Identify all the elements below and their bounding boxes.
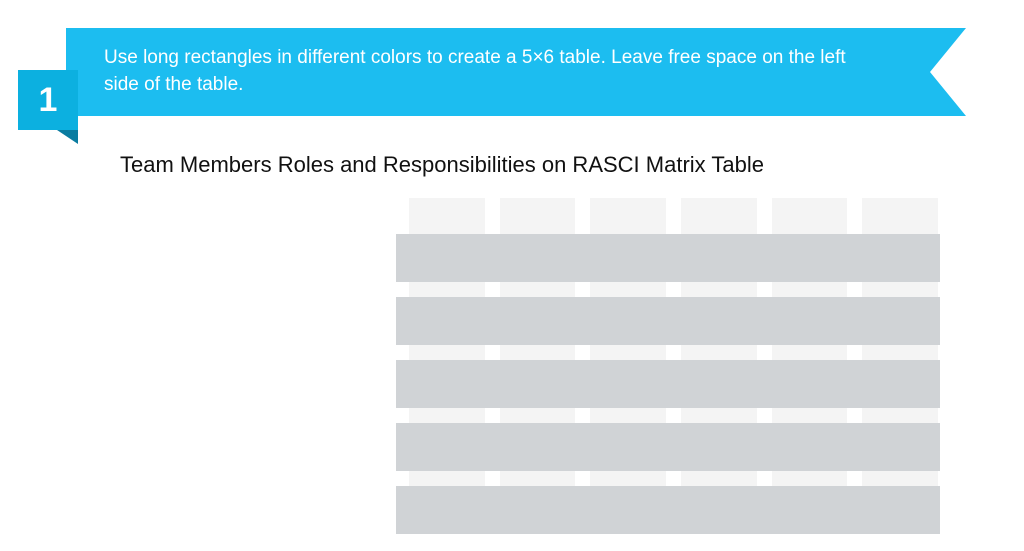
table-row bbox=[396, 360, 940, 408]
table-row bbox=[396, 234, 940, 282]
instruction-text: Use long rectangles in different colors … bbox=[104, 45, 876, 98]
table-rows bbox=[396, 234, 940, 549]
step-badge: 1 bbox=[18, 70, 78, 130]
table-row bbox=[396, 297, 940, 345]
badge-fold bbox=[57, 130, 78, 144]
table-row bbox=[396, 486, 940, 534]
table-row bbox=[396, 423, 940, 471]
instruction-ribbon: Use long rectangles in different colors … bbox=[66, 28, 966, 116]
rasci-table-placeholder bbox=[396, 198, 940, 534]
step-number: 1 bbox=[18, 70, 78, 130]
page-title: Team Members Roles and Responsibilities … bbox=[120, 152, 764, 178]
